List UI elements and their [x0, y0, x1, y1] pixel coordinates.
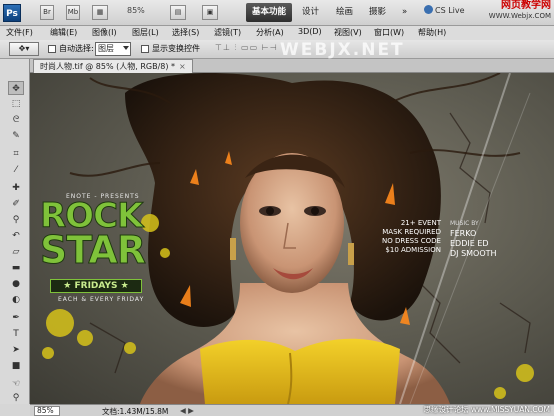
watermark-webjx-net: WEBJX.NET — [280, 40, 405, 60]
application-bar: Ps Br Mb ▦ 85% ▤ ▣ 基本功能 设计 绘画 摄影 » CS Li… — [0, 0, 554, 26]
menu-image[interactable]: 图像(I) — [92, 27, 117, 38]
menu-filter[interactable]: 滤镜(T) — [214, 27, 241, 38]
menu-select[interactable]: 选择(S) — [172, 27, 199, 38]
arrange-documents-button[interactable]: ▤ — [170, 5, 186, 20]
quick-select-tool-icon[interactable]: ✎ — [8, 129, 24, 143]
status-bar: 85% 文档:1.43M/15.8M ◀ ▶ 思缘设计论坛 www.MISSYU… — [30, 404, 554, 416]
toolbox: ✥ ⬚ ᘓ ✎ ⌗ ⁄ ✚ ✐ ⚲ ↶ ▱ ▬ ● ◐ ✒ T ➤ ■ ☜ ⚲ — [0, 59, 30, 404]
menu-analysis[interactable]: 分析(A) — [256, 27, 284, 38]
lasso-tool-icon[interactable]: ᘓ — [8, 113, 24, 127]
document-tab[interactable]: 时尚人物.tif @ 85% (人物, RGB/8) * × — [33, 59, 193, 73]
poster-event-info: 21+ EVENT MASK REQUIRED NO DRESS CODE $1… — [382, 219, 441, 254]
eyedropper-tool-icon[interactable]: ⁄ — [8, 163, 24, 177]
watermark-missyuan: 思缘设计论坛 www.MISSYUAN.COM — [423, 405, 551, 414]
workspace-photography[interactable]: 摄影 — [363, 3, 392, 22]
menu-view[interactable]: 视图(V) — [334, 27, 362, 38]
mini-bridge-button[interactable]: Mb — [66, 5, 80, 20]
dodge-tool-icon[interactable]: ◐ — [8, 293, 24, 307]
chevron-down-icon — [123, 46, 129, 50]
path-select-tool-icon[interactable]: ➤ — [8, 343, 24, 357]
cs-live-icon — [424, 5, 433, 14]
screen-mode-button[interactable]: ▣ — [202, 5, 218, 20]
auto-select-checkbox[interactable] — [48, 45, 56, 53]
crop-tool-icon[interactable]: ⌗ — [8, 147, 24, 161]
type-tool-icon[interactable]: T — [8, 327, 24, 341]
bridge-button[interactable]: Br — [40, 5, 54, 20]
move-tool-icon[interactable]: ✥ — [8, 81, 24, 95]
auto-select-dropdown[interactable]: 图层 — [95, 42, 131, 56]
workspace-painting[interactable]: 绘画 — [330, 3, 359, 22]
menu-help[interactable]: 帮助(H) — [418, 27, 446, 38]
menu-bar: 文件(F) 编辑(E) 图像(I) 图层(L) 选择(S) 滤镜(T) 分析(A… — [0, 26, 554, 40]
photoshop-logo: Ps — [3, 4, 21, 22]
document-canvas[interactable]: ENOTE - PRESENTS ROCK STAR ★ FRIDAYS ★ E… — [30, 73, 554, 404]
healing-brush-tool-icon[interactable]: ✚ — [8, 181, 24, 195]
zoom-tool-icon[interactable]: ⚲ — [8, 391, 24, 405]
watermark-webjx: 网页教学网 WWW.Webjx.COM — [488, 0, 551, 21]
show-transform-checkbox[interactable] — [141, 45, 149, 53]
close-icon[interactable]: × — [179, 62, 186, 71]
zoom-level[interactable]: 85% — [127, 6, 145, 15]
auto-select-label: 自动选择: — [59, 44, 94, 53]
marquee-tool-icon[interactable]: ⬚ — [8, 97, 24, 111]
blur-tool-icon[interactable]: ● — [8, 277, 24, 291]
shape-tool-icon[interactable]: ■ — [8, 359, 24, 373]
poster-star-text: STAR — [39, 228, 146, 272]
eraser-tool-icon[interactable]: ▱ — [8, 245, 24, 259]
status-nav-arrows[interactable]: ◀ ▶ — [180, 406, 194, 415]
more-workspaces-button[interactable]: » — [396, 3, 413, 22]
pen-tool-icon[interactable]: ✒ — [8, 311, 24, 325]
workspace-essentials[interactable]: 基本功能 — [246, 3, 293, 22]
menu-edit[interactable]: 编辑(E) — [50, 27, 77, 38]
menu-3d[interactable]: 3D(D) — [298, 27, 322, 36]
view-extras-button[interactable]: ▦ — [92, 5, 108, 20]
poster-fridays-banner: ★ FRIDAYS ★ — [50, 279, 142, 293]
poster-rock-text: ROCK — [39, 196, 143, 236]
menu-file[interactable]: 文件(F) — [6, 27, 33, 38]
status-zoom-field[interactable]: 85% — [34, 406, 60, 416]
brush-tool-icon[interactable]: ✐ — [8, 197, 24, 211]
options-bar: ✥▾ 自动选择: 图层 显示变换控件 ⊤⊥ ⫶ ▭▭ ⊢⊣ — [0, 40, 554, 59]
align-icons[interactable]: ⊤⊥ ⫶ ▭▭ ⊢⊣ — [215, 43, 278, 53]
menu-window[interactable]: 窗口(W) — [374, 27, 404, 38]
workspace-design[interactable]: 设计 — [296, 3, 325, 22]
poster-dj-lineup: MUSIC BY FERKO EDDIE ED DJ SMOOTH — [450, 220, 497, 258]
show-transform-label: 显示变换控件 — [152, 44, 200, 53]
menu-layer[interactable]: 图层(L) — [132, 27, 159, 38]
history-brush-tool-icon[interactable]: ↶ — [8, 229, 24, 243]
cs-live-button[interactable]: CS Live — [424, 5, 465, 15]
document-size-info[interactable]: 文档:1.43M/15.8M — [102, 406, 168, 416]
tool-preset-picker[interactable]: ✥▾ — [9, 42, 39, 56]
gradient-tool-icon[interactable]: ▬ — [8, 261, 24, 275]
poster-every-friday-text: EACH & EVERY FRIDAY — [58, 296, 145, 303]
hand-tool-icon[interactable]: ☜ — [8, 377, 24, 391]
document-tab-bar: 时尚人物.tif @ 85% (人物, RGB/8) * × — [30, 59, 554, 73]
clone-stamp-tool-icon[interactable]: ⚲ — [8, 213, 24, 227]
